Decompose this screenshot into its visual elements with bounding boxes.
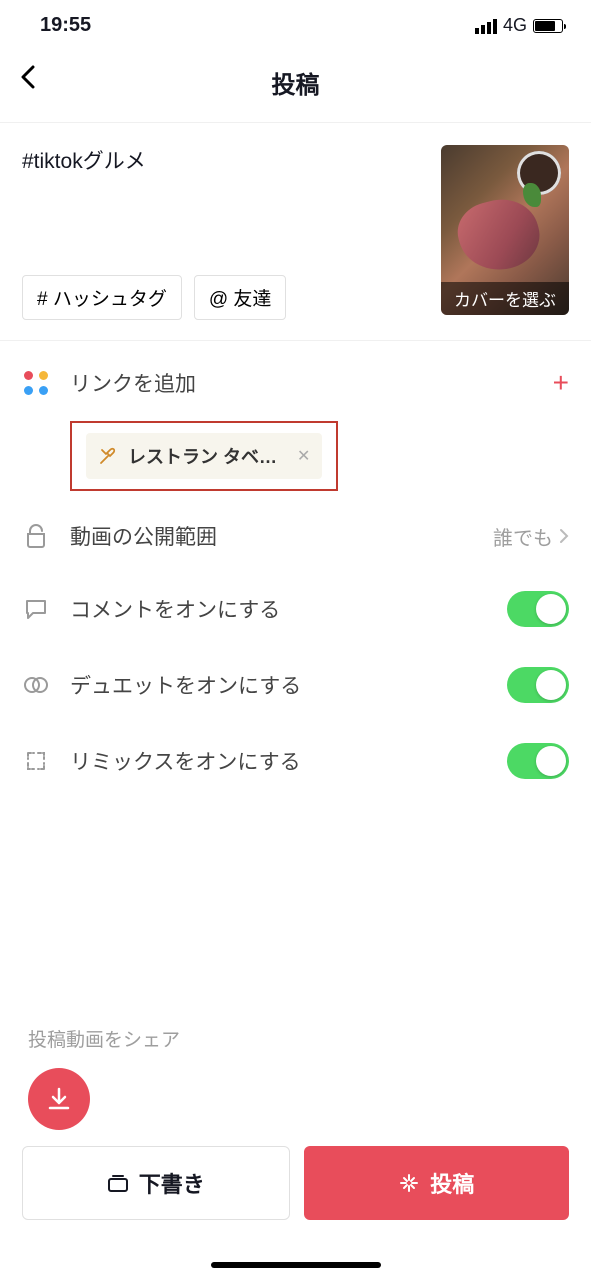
remix-toggle[interactable] (507, 743, 569, 779)
header: 投稿 (0, 47, 591, 123)
duet-label: デュエットをオンにする (70, 670, 487, 700)
privacy-label: 動画の公開範囲 (70, 521, 473, 551)
link-chip-label: レストラン タベ… (128, 443, 277, 469)
privacy-value: 誰でも (493, 522, 553, 551)
bottom-bar: 下書き 投稿 (0, 1146, 591, 1220)
link-dots-icon (24, 371, 48, 395)
chevron-right-icon (559, 528, 569, 544)
draft-label: 下書き (139, 1167, 205, 1199)
duet-icon (22, 675, 50, 695)
status-bar: 19:55 4G (0, 0, 591, 47)
page-title: 投稿 (0, 65, 591, 100)
close-icon[interactable]: ✕ (287, 446, 310, 466)
cover-thumbnail[interactable]: カバーを選ぶ (441, 145, 569, 315)
duet-toggle[interactable] (507, 667, 569, 703)
hashtag-button[interactable]: # ハッシュタグ (22, 275, 182, 320)
add-link-row[interactable]: リンクを追加 + (0, 347, 591, 419)
cover-label: カバーを選ぶ (441, 282, 569, 315)
duet-row: デュエットをオンにする (0, 647, 591, 723)
remix-label: リミックスをオンにする (70, 746, 487, 776)
sparkle-icon (398, 1172, 420, 1194)
remix-row: リミックスをオンにする (0, 723, 591, 799)
post-label: 投稿 (430, 1167, 474, 1199)
comment-icon (22, 598, 50, 620)
comments-toggle[interactable] (507, 591, 569, 627)
caption-input[interactable]: #tiktokグルメ (22, 145, 425, 175)
privacy-row[interactable]: 動画の公開範囲 誰でも (0, 501, 591, 571)
download-button[interactable] (28, 1068, 90, 1130)
signal-icon (475, 18, 497, 34)
mention-button[interactable]: @ 友達 (194, 275, 287, 320)
restaurant-icon (98, 446, 118, 466)
remix-icon (22, 750, 50, 772)
comments-label: コメントをオンにする (70, 594, 487, 624)
draft-button[interactable]: 下書き (22, 1146, 290, 1220)
plus-icon[interactable]: + (553, 367, 569, 399)
status-right: 4G (475, 15, 563, 36)
draft-icon (107, 1173, 129, 1193)
network-label: 4G (503, 15, 527, 36)
link-chip[interactable]: レストラン タベ… ✕ (86, 433, 322, 479)
back-button[interactable] (20, 65, 36, 89)
home-indicator (211, 1262, 381, 1268)
comments-row: コメントをオンにする (0, 571, 591, 647)
share-section: 投稿動画をシェア (0, 1025, 591, 1130)
link-chip-highlight: レストラン タベ… ✕ (70, 421, 338, 491)
post-button[interactable]: 投稿 (304, 1146, 570, 1220)
status-time: 19:55 (40, 14, 91, 37)
add-link-label: リンクを追加 (70, 368, 533, 398)
battery-icon (533, 19, 563, 33)
caption-area: #tiktokグルメ # ハッシュタグ @ 友達 カバーを選ぶ (0, 123, 591, 341)
share-label: 投稿動画をシェア (28, 1025, 563, 1052)
lock-icon (22, 524, 50, 548)
